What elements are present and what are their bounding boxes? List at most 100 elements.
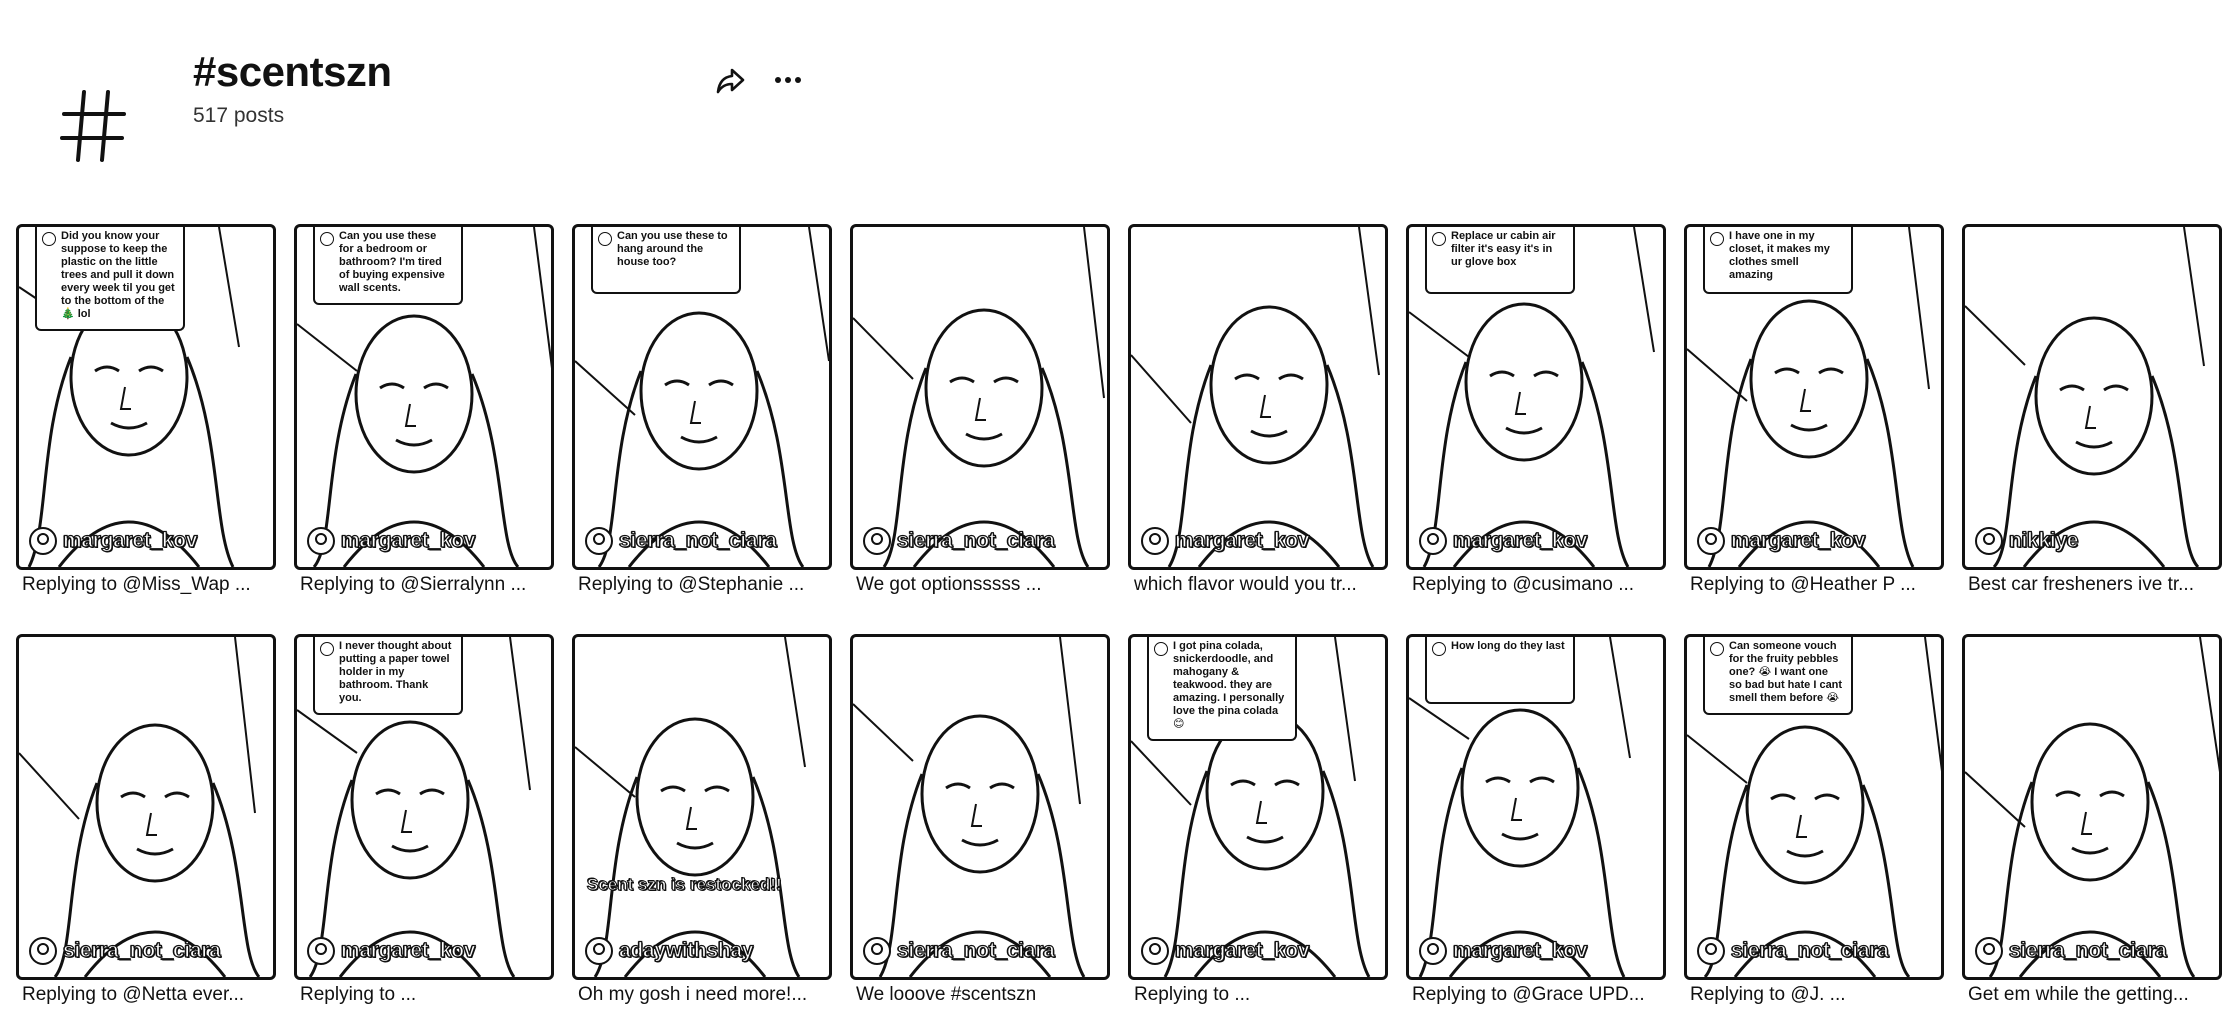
reply-comment-text: Did you know your suppose to keep the pl… bbox=[61, 230, 175, 320]
author-username: sierra_not_ciara bbox=[896, 528, 1055, 552]
reply-comment-bubble: I have one in my closet, it makes my clo… bbox=[1703, 227, 1853, 294]
video-thumbnail[interactable]: I got pina colada, snickerdoodle, and ma… bbox=[1128, 634, 1388, 980]
share-icon[interactable] bbox=[712, 62, 748, 98]
video-thumbnail[interactable]: sierra_not_ciara bbox=[1962, 634, 2222, 980]
post-count: 517 posts bbox=[193, 104, 285, 127]
video-thumbnail[interactable]: margaret_kov bbox=[1128, 224, 1388, 570]
thumbnail-image bbox=[853, 637, 1086, 977]
thumbnail-image bbox=[575, 637, 806, 977]
video-thumbnail[interactable]: Can someone vouch for the fruity pebbles… bbox=[1684, 634, 1944, 980]
video-thumbnail[interactable]: Scent szn is restocked!! adaywithshay bbox=[572, 634, 832, 980]
video-thumbnail[interactable]: I have one in my closet, it makes my clo… bbox=[1684, 224, 1944, 570]
author-username: sierra_not_ciara bbox=[62, 938, 221, 962]
author-tag[interactable]: nikkiye bbox=[1975, 527, 2079, 555]
video-thumbnail[interactable]: sierra_not_ciara bbox=[16, 634, 276, 980]
author-username: margaret_kov bbox=[340, 938, 476, 962]
author-username: margaret_kov bbox=[1174, 528, 1310, 552]
video-overlay-text: Scent szn is restocked!! bbox=[587, 875, 783, 895]
video-caption[interactable]: We got optionsssss ... bbox=[856, 572, 1108, 598]
video-thumbnail[interactable]: sierra_not_ciara bbox=[850, 634, 1110, 980]
author-username: sierra_not_ciara bbox=[1730, 938, 1889, 962]
video-thumbnail[interactable]: Can you use these for a bedroom or bathr… bbox=[294, 224, 554, 570]
author-tag[interactable]: margaret_kov bbox=[1141, 527, 1310, 555]
reply-comment-bubble: Did you know your suppose to keep the pl… bbox=[35, 227, 185, 331]
commenter-avatar-icon bbox=[1710, 642, 1724, 656]
video-caption[interactable]: Replying to @Miss_Wap ... bbox=[22, 572, 274, 598]
author-username: sierra_not_ciara bbox=[2008, 938, 2167, 962]
author-tag[interactable]: sierra_not_ciara bbox=[1975, 937, 2167, 965]
video-caption[interactable]: Replying to ... bbox=[1134, 982, 1386, 1008]
video-caption[interactable]: Best car fresheners ive tr... bbox=[1968, 572, 2220, 598]
more-horizontal-icon[interactable] bbox=[770, 62, 806, 98]
reply-comment-text: Can someone vouch for the fruity pebbles… bbox=[1729, 640, 1843, 704]
author-tag[interactable]: margaret_kov bbox=[1419, 937, 1588, 965]
video-caption[interactable]: Replying to @cusimano ... bbox=[1412, 572, 1664, 598]
video-caption[interactable]: which flavor would you tr... bbox=[1134, 572, 1386, 598]
author-tag[interactable]: margaret_kov bbox=[307, 937, 476, 965]
video-caption[interactable]: Replying to @Sierralynn ... bbox=[300, 572, 552, 598]
video-thumbnail[interactable]: sierra_not_ciara bbox=[850, 224, 1110, 570]
video-caption[interactable]: Get em while the getting... bbox=[1968, 982, 2220, 1008]
author-avatar bbox=[1419, 527, 1447, 555]
author-avatar bbox=[1141, 937, 1169, 965]
commenter-avatar-icon bbox=[598, 232, 612, 246]
commenter-avatar-icon bbox=[1432, 232, 1446, 246]
author-tag[interactable]: sierra_not_ciara bbox=[1697, 937, 1889, 965]
author-username: margaret_kov bbox=[340, 528, 476, 552]
author-avatar bbox=[1975, 937, 2003, 965]
author-tag[interactable]: adaywithshay bbox=[585, 937, 754, 965]
author-avatar bbox=[1697, 937, 1725, 965]
author-tag[interactable]: sierra_not_ciara bbox=[585, 527, 777, 555]
hashtag-icon bbox=[60, 90, 126, 162]
author-tag[interactable]: margaret_kov bbox=[1697, 527, 1866, 555]
author-avatar bbox=[863, 937, 891, 965]
reply-comment-bubble: Can you use these for a bedroom or bathr… bbox=[313, 227, 463, 305]
hashtag-header: #scentszn 517 posts bbox=[0, 0, 2232, 190]
thumbnail-image bbox=[1965, 637, 2219, 977]
commenter-avatar-icon bbox=[320, 642, 334, 656]
author-tag[interactable]: sierra_not_ciara bbox=[29, 937, 221, 965]
author-avatar bbox=[585, 527, 613, 555]
author-avatar bbox=[1697, 527, 1725, 555]
author-avatar bbox=[863, 527, 891, 555]
commenter-avatar-icon bbox=[42, 232, 56, 246]
author-username: adaywithshay bbox=[618, 938, 754, 962]
commenter-avatar-icon bbox=[1432, 642, 1446, 656]
author-username: sierra_not_ciara bbox=[896, 938, 1055, 962]
author-tag[interactable]: margaret_kov bbox=[307, 527, 476, 555]
video-thumbnail[interactable]: Can you use these to hang around the hou… bbox=[572, 224, 832, 570]
video-thumbnail[interactable]: nikkiye bbox=[1962, 224, 2222, 570]
author-avatar bbox=[29, 527, 57, 555]
author-username: margaret_kov bbox=[62, 528, 198, 552]
reply-comment-bubble: Replace ur cabin air filter it's easy it… bbox=[1425, 227, 1575, 294]
video-thumbnail[interactable]: Replace ur cabin air filter it's easy it… bbox=[1406, 224, 1666, 570]
video-thumbnail[interactable]: How long do they last margaret_kov bbox=[1406, 634, 1666, 980]
video-thumbnail[interactable]: I never thought about putting a paper to… bbox=[294, 634, 554, 980]
video-caption[interactable]: Replying to ... bbox=[300, 982, 552, 1008]
author-tag[interactable]: sierra_not_ciara bbox=[863, 937, 1055, 965]
author-tag[interactable]: margaret_kov bbox=[1419, 527, 1588, 555]
thumbnail-image bbox=[1131, 227, 1380, 567]
author-username: margaret_kov bbox=[1452, 528, 1588, 552]
reply-comment-bubble: I never thought about putting a paper to… bbox=[313, 637, 463, 715]
reply-comment-text: I got pina colada, snickerdoodle, and ma… bbox=[1173, 640, 1285, 730]
author-tag[interactable]: margaret_kov bbox=[1141, 937, 1310, 965]
author-avatar bbox=[307, 527, 335, 555]
video-caption[interactable]: Replying to @Stephanie ... bbox=[578, 572, 830, 598]
video-caption[interactable]: Oh my gosh i need more!... bbox=[578, 982, 830, 1008]
video-caption[interactable]: Replying to @Heather P ... bbox=[1690, 572, 1942, 598]
reply-comment-text: Replace ur cabin air filter it's easy it… bbox=[1451, 230, 1556, 268]
reply-comment-bubble: Can you use these to hang around the hou… bbox=[591, 227, 741, 294]
video-caption[interactable]: Replying to @J. ... bbox=[1690, 982, 1942, 1008]
author-avatar bbox=[1975, 527, 2003, 555]
video-caption[interactable]: Replying to @Grace UPD... bbox=[1412, 982, 1664, 1008]
author-tag[interactable]: sierra_not_ciara bbox=[863, 527, 1055, 555]
thumbnail-image bbox=[19, 637, 261, 977]
author-avatar bbox=[29, 937, 57, 965]
author-tag[interactable]: margaret_kov bbox=[29, 527, 198, 555]
reply-comment-text: Can you use these to hang around the hou… bbox=[617, 230, 728, 268]
author-avatar bbox=[585, 937, 613, 965]
video-caption[interactable]: We looove #scentszn bbox=[856, 982, 1108, 1008]
video-thumbnail[interactable]: Did you know your suppose to keep the pl… bbox=[16, 224, 276, 570]
video-caption[interactable]: Replying to @Netta ever... bbox=[22, 982, 274, 1008]
